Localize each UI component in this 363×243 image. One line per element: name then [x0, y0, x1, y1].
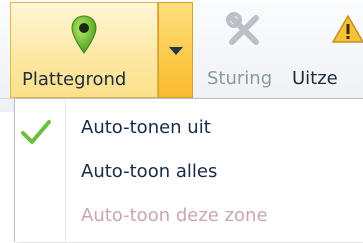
menu-item-label: Auto-toon alles: [81, 161, 218, 182]
checkmark-icon: [21, 120, 51, 144]
uitzet-label[interactable]: Uitze: [292, 69, 338, 89]
plattegrond-dropdown-arrow[interactable]: [158, 2, 193, 98]
chevron-down-icon: [169, 47, 183, 55]
menu-item-auto-toon-alles[interactable]: Auto-toon alles: [15, 153, 363, 193]
auto-toon-menu: Auto-tonen uit Auto-toon alles Auto-toon…: [14, 98, 363, 243]
map-pin-icon: [71, 15, 97, 54]
tools-icon: [226, 12, 259, 45]
menu-item-label: Auto-tonen uit: [81, 117, 211, 138]
plattegrond-button[interactable]: Plattegrond: [10, 2, 158, 98]
plattegrond-label: Plattegrond: [22, 69, 127, 90]
menu-item-auto-tonen-uit[interactable]: Auto-tonen uit: [15, 109, 363, 149]
sturing-label: Sturing: [207, 68, 273, 89]
menu-item-auto-toon-deze-zone: Auto-toon deze zone: [15, 197, 363, 237]
warning-icon: [331, 14, 363, 43]
menu-item-label: Auto-toon deze zone: [81, 205, 268, 226]
